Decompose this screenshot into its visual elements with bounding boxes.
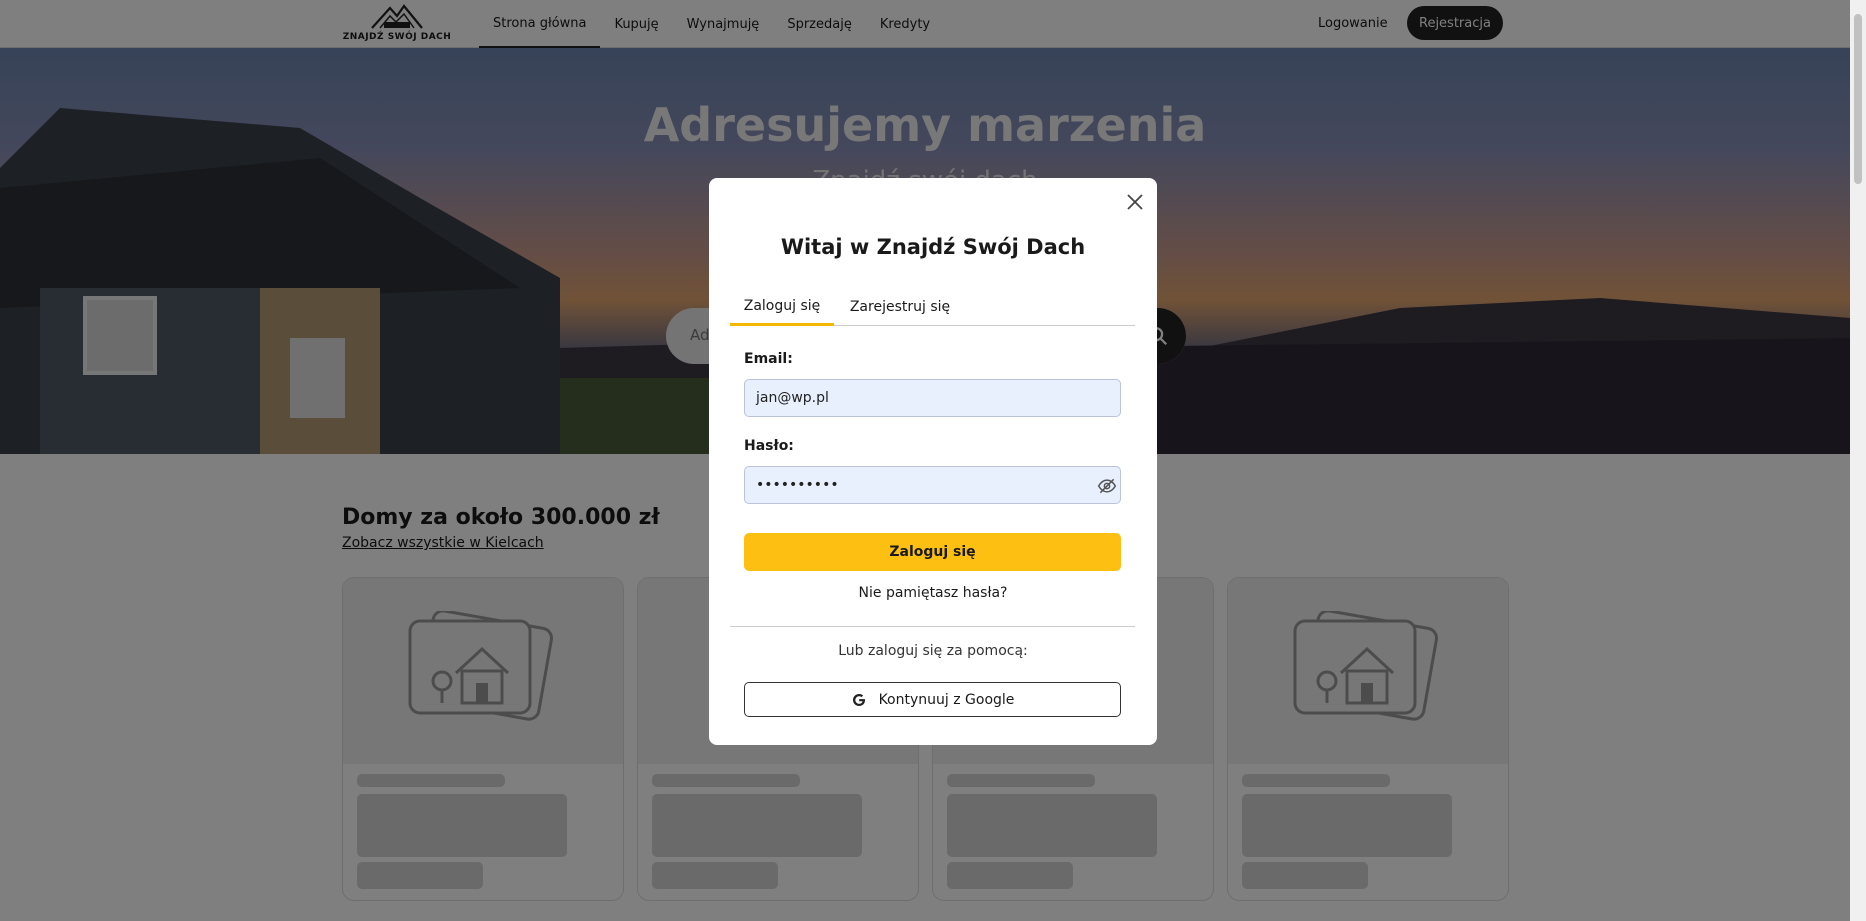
forgot-password-link[interactable]: Nie pamiętasz hasła? [709, 585, 1157, 601]
email-label: Email: [744, 351, 793, 367]
scrollbar-thumb[interactable] [1854, 14, 1862, 184]
tab-login[interactable]: Zaloguj się [730, 288, 834, 326]
email-field[interactable]: jan@wp.pl [744, 379, 1121, 417]
close-icon [1127, 194, 1143, 210]
modal-title: Witaj w Znajdź Swój Dach [780, 235, 1086, 259]
google-login-button[interactable]: Kontynuuj z Google [744, 682, 1121, 717]
divider [730, 626, 1135, 627]
google-login-label: Kontynuuj z Google [878, 691, 1015, 708]
tab-register[interactable]: Zarejestruj się [834, 288, 966, 326]
login-submit-button[interactable]: Zaloguj się [744, 533, 1121, 571]
eye-slash-icon [1097, 478, 1117, 494]
toggle-password-button[interactable] [1097, 476, 1117, 496]
email-value: jan@wp.pl [756, 390, 829, 406]
close-button[interactable] [1123, 190, 1147, 214]
login-modal: Witaj w Znajdź Swój Dach Zaloguj się Zar… [709, 178, 1157, 745]
google-icon [852, 693, 865, 706]
password-field[interactable]: •••••••••• [744, 466, 1121, 504]
password-label: Hasło: [744, 438, 794, 454]
auth-tabs: Zaloguj się Zarejestruj się [730, 288, 1135, 326]
page-scrollbar[interactable] [1850, 0, 1866, 921]
password-value: •••••••••• [756, 477, 839, 493]
alt-login-label: Lub zaloguj się za pomocą: [838, 643, 1028, 659]
